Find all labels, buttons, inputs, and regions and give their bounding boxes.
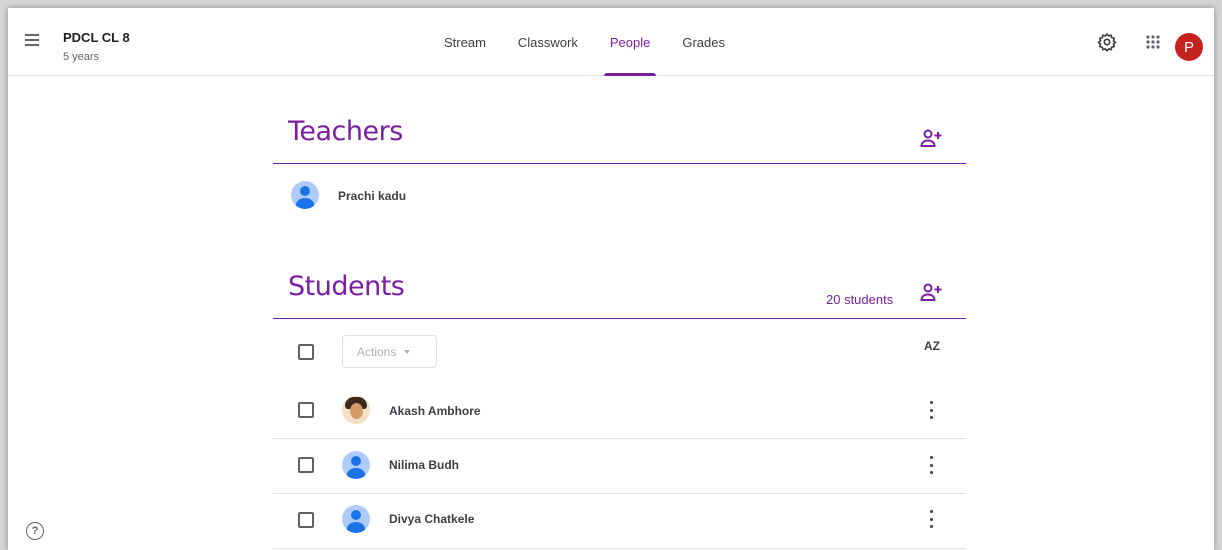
row-divider	[273, 548, 966, 549]
caret-down-icon	[404, 349, 411, 354]
classroom-window: PDCL CL 8 5 years Stream Classwork Peopl…	[8, 8, 1214, 550]
class-subtitle: 5 years	[63, 51, 100, 63]
google-apps-button[interactable]	[1141, 30, 1165, 54]
student-name[interactable]: Divya Chatkele	[389, 512, 474, 526]
select-all-checkbox[interactable]	[298, 344, 314, 360]
students-divider	[273, 318, 966, 319]
tab-bar: Stream Classwork People Grades	[428, 8, 741, 76]
class-settings-button[interactable]	[1095, 30, 1119, 54]
add-person-icon	[920, 129, 942, 147]
student-name[interactable]: Akash Ambhore	[389, 404, 481, 418]
actions-label: Actions	[357, 344, 397, 359]
teachers-divider	[273, 163, 966, 164]
avatar	[342, 396, 370, 424]
avatar	[342, 505, 370, 533]
student-count: 20 students	[826, 292, 894, 307]
more-options-icon[interactable]	[927, 401, 935, 419]
students-heading: Students	[288, 271, 405, 302]
hamburger-icon	[25, 34, 39, 36]
apps-grid-icon	[1146, 35, 1160, 49]
student-checkbox[interactable]	[298, 457, 314, 473]
tab-grades[interactable]: Grades	[666, 8, 741, 76]
more-options-icon[interactable]	[927, 456, 935, 474]
top-app-bar: PDCL CL 8 5 years Stream Classwork Peopl…	[8, 8, 1214, 76]
add-person-icon	[920, 283, 942, 301]
invite-students-button[interactable]	[919, 280, 943, 304]
class-name[interactable]: PDCL CL 8	[63, 30, 130, 45]
help-icon[interactable]: ?	[26, 522, 44, 540]
teachers-heading: Teachers	[288, 116, 403, 147]
row-divider	[273, 493, 966, 494]
more-options-icon[interactable]	[927, 510, 935, 528]
tab-stream[interactable]: Stream	[428, 8, 502, 76]
account-avatar[interactable]: P	[1175, 33, 1203, 61]
main-menu-button[interactable]	[20, 28, 44, 52]
tab-people[interactable]: People	[594, 8, 666, 76]
student-name[interactable]: Nilima Budh	[389, 458, 459, 472]
row-divider	[273, 438, 966, 439]
student-checkbox[interactable]	[298, 512, 314, 528]
actions-dropdown[interactable]: Actions	[342, 335, 437, 368]
add-teacher-button[interactable]	[919, 126, 943, 150]
avatar	[342, 451, 370, 479]
sort-button[interactable]: AZ	[921, 335, 943, 357]
student-checkbox[interactable]	[298, 402, 314, 418]
sort-az-icon: AZ	[924, 339, 940, 353]
teacher-name[interactable]: Prachi kadu	[338, 189, 406, 203]
gear-icon	[1097, 32, 1117, 52]
avatar	[291, 181, 319, 209]
tab-classwork[interactable]: Classwork	[502, 8, 594, 76]
